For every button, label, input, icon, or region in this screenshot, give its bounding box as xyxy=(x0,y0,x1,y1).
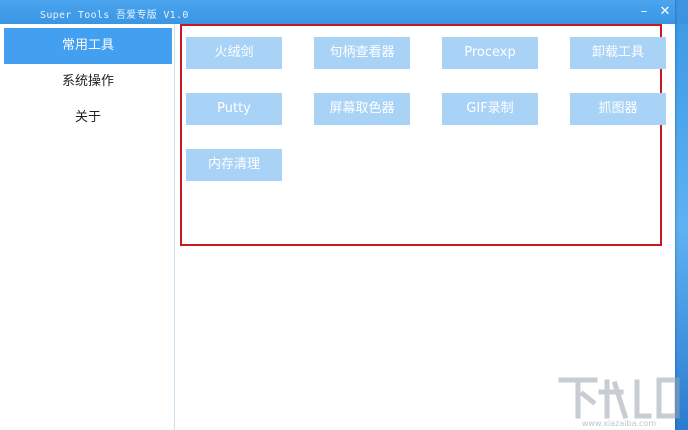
tools-panel: 火绒剑 句柄查看器 Procexp 卸载工具 Putty 屏幕取色器 GIF录制… xyxy=(176,24,675,430)
sidebar: 常用工具 系统操作 关于 xyxy=(0,24,175,430)
tool-button-screen-capture[interactable]: 抓图器 xyxy=(570,93,666,125)
highlight-box: 火绒剑 句柄查看器 Procexp 卸载工具 Putty 屏幕取色器 GIF录制… xyxy=(180,24,666,246)
tool-button-gif-recorder[interactable]: GIF录制 xyxy=(442,93,538,125)
tool-button-putty[interactable]: Putty xyxy=(186,93,282,125)
desktop-edge xyxy=(674,24,688,430)
minimize-button[interactable]: – xyxy=(636,4,652,20)
tool-button-huorongjian[interactable]: 火绒剑 xyxy=(186,37,282,69)
tool-button-procexp[interactable]: Procexp xyxy=(442,37,538,69)
tool-button-uninstaller[interactable]: 卸载工具 xyxy=(570,37,666,69)
site-watermark-logo: www.xiazaiba.com xyxy=(558,377,680,428)
app-window: Super Tools 吾爱专版 V1.0 – ✕ 常用工具 系统操作 关于 火… xyxy=(0,0,675,430)
tool-button-memory-cleaner[interactable]: 内存清理 xyxy=(186,149,282,181)
watermark-url: www.xiazaiba.com xyxy=(582,419,656,428)
tool-button-handle-viewer[interactable]: 句柄查看器 xyxy=(314,37,410,69)
sidebar-item-about[interactable]: 关于 xyxy=(4,100,172,136)
sidebar-item-system-operations[interactable]: 系统操作 xyxy=(4,64,172,100)
sidebar-item-common-tools[interactable]: 常用工具 xyxy=(4,28,172,64)
window-title: Super Tools 吾爱专版 V1.0 xyxy=(40,10,189,21)
tool-button-color-picker[interactable]: 屏幕取色器 xyxy=(314,93,410,125)
title-bar[interactable]: Super Tools 吾爱专版 V1.0 – ✕ xyxy=(0,0,675,24)
close-button[interactable]: ✕ xyxy=(657,4,673,20)
